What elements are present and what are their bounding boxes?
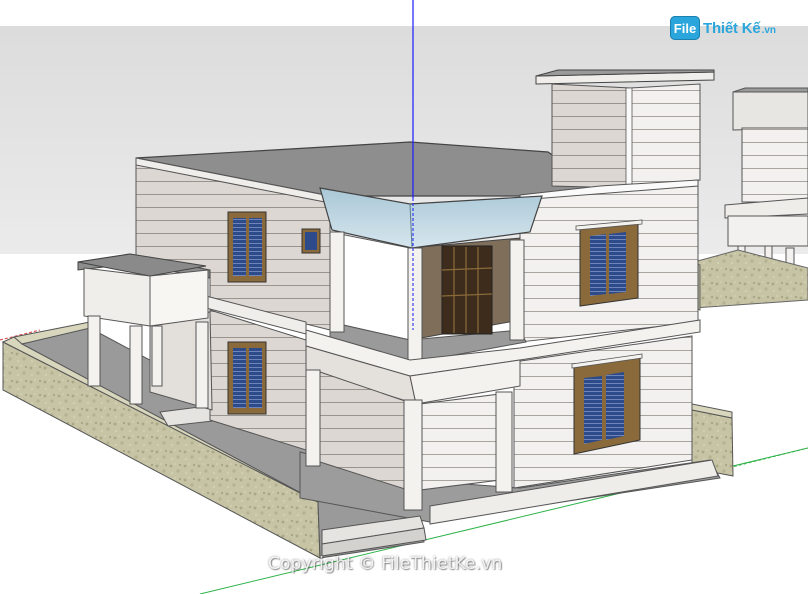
stair-tower xyxy=(535,69,715,189)
site-logo: File Thiết Kế .vn xyxy=(670,14,776,42)
logo-suffix: .vn xyxy=(761,24,777,36)
window-small xyxy=(301,228,321,254)
sketchup-house-model xyxy=(0,0,808,594)
copyright-watermark: Copyright © FileThietKe.vn xyxy=(268,554,503,574)
logo-badge: File xyxy=(670,16,700,40)
logo-name: Thiết Kế xyxy=(703,19,761,37)
front-balcony xyxy=(319,187,543,363)
window-upper-left xyxy=(227,211,267,283)
window-lower-right xyxy=(571,353,643,455)
window-lower-left xyxy=(227,341,267,415)
window-upper-right xyxy=(575,219,643,307)
